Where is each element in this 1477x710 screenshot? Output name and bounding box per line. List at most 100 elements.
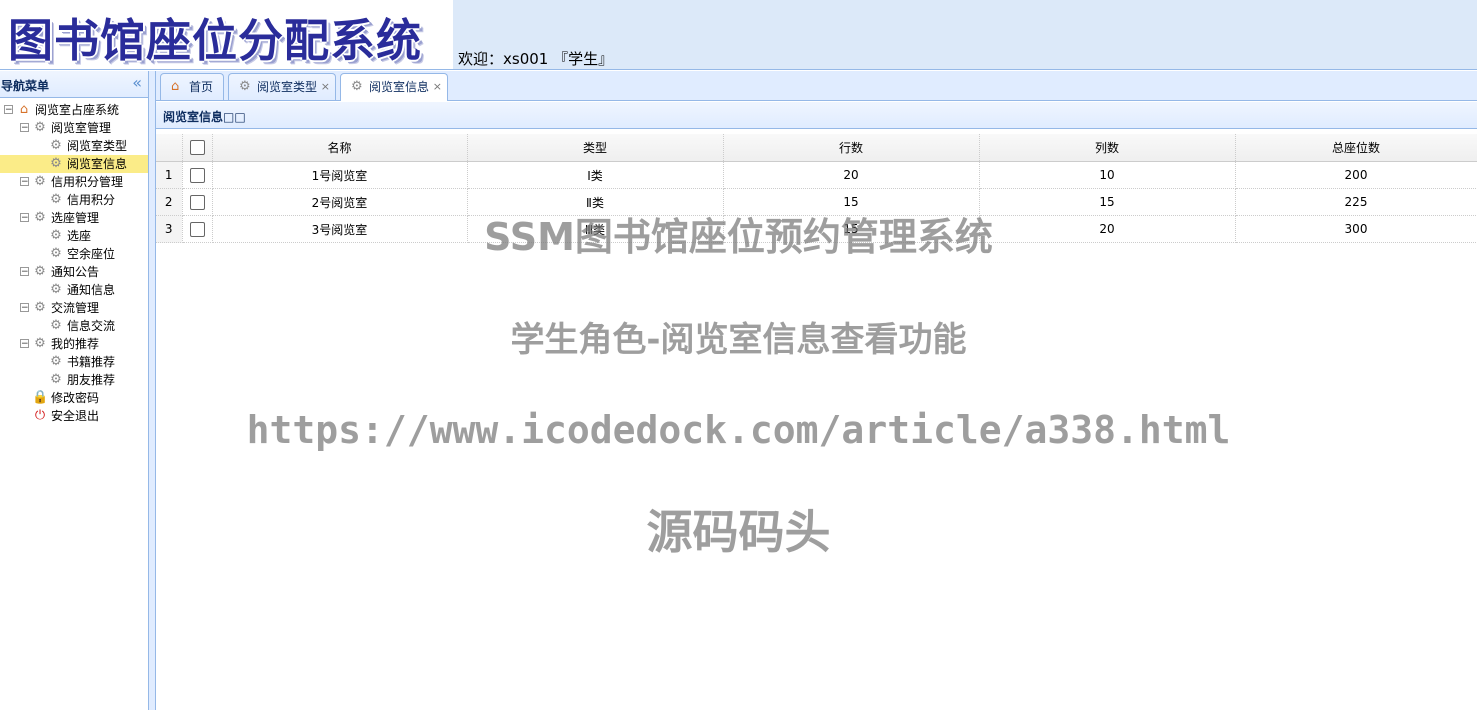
gear-icon: ⚙ [50,156,62,171]
panel-title: 阅览室信息□□ [163,110,246,124]
nav-item[interactable]: 🔒 修改密码 [0,389,148,407]
close-icon[interactable]: × [433,74,442,100]
gear-icon: ⚙ [34,174,46,189]
nav-item[interactable]: − ⌂ 阅览室占座系统 [0,101,148,119]
nav-tree: − ⌂ 阅览室占座系统 − ⚙ 阅览室管理 ⚙ 阅览室类型 ⚙ 阅览室信息 − ⚙ 信用积分管理 ⚙ 信用积… [0,101,148,425]
column-header-type[interactable]: 类型 [467,134,724,162]
nav-item[interactable]: ⚙ 阅览室信息 [0,155,148,173]
nav-item[interactable]: ⚙ 空余座位 [0,245,148,263]
nav-item[interactable]: ⚙ 通知信息 [0,281,148,299]
gear-icon: ⚙ [34,210,46,225]
nav-item[interactable]: − ⚙ 阅览室管理 [0,119,148,137]
nav-item-label: 我的推荐 [51,337,100,351]
nav-item[interactable]: ⚙ 信用积分 [0,191,148,209]
tab-0[interactable]: ⌂ 首页 [160,73,224,100]
cell-rows: 15 [723,215,980,243]
nav-item[interactable]: ⚙ 书籍推荐 [0,353,148,371]
gear-icon: ⚙ [50,318,62,333]
nav-item-label: 信用积分 [67,193,116,207]
lock-icon: 🔒 [32,390,49,405]
nav-panel-header: 导航菜单 « [0,71,148,98]
data-grid: 名称 类型 行数 列数 总座位数 1 1号阅览室 Ⅰ类 20 10 200 2 2号阅览室 Ⅱ类… [156,134,1477,243]
nav-item-label: 书籍推荐 [67,355,116,369]
gear-icon: ⚙ [50,372,62,387]
main-content: ⌂ 首页 ⚙ 阅览室类型 × ⚙ 阅览室信息 × 阅览室信息□□ 名称 类型 行数 列数 总座… [156,71,1477,710]
layout-splitter[interactable] [149,71,156,710]
column-header-total-seats[interactable]: 总座位数 [1235,134,1477,162]
nav-panel: 导航菜单 « − ⌂ 阅览室占座系统 − ⚙ 阅览室管理 ⚙ 阅览室类型 ⚙ 阅览室信息 − ⚙ 信用积… [0,71,149,710]
select-all-checkbox[interactable] [189,140,205,155]
cell-type: Ⅰ类 [467,161,724,189]
nav-item[interactable]: − ⚙ 交流管理 [0,299,148,317]
gear-icon: ⚙ [34,264,46,279]
cell-total-seats: 200 [1235,161,1477,189]
cell-rows: 20 [723,161,980,189]
cell-total-seats: 300 [1235,215,1477,243]
gear-icon: ⚙ [34,120,46,135]
cell-type: Ⅲ类 [467,215,724,243]
row-number: 3 [156,215,183,243]
tree-toggle-icon[interactable]: − [20,267,29,277]
home-icon: ⌂ [171,79,180,94]
cell-cols: 15 [979,188,1236,216]
nav-item-label: 选座管理 [51,211,100,225]
tab-label: 阅览室类型 [257,80,318,94]
exit-icon: ⏻ [34,408,46,423]
tree-toggle-icon[interactable]: − [20,339,29,349]
nav-item[interactable]: − ⚙ 我的推荐 [0,335,148,353]
nav-item[interactable]: − ⚙ 通知公告 [0,263,148,281]
tree-toggle-icon[interactable]: − [20,123,29,133]
cell-rows: 15 [723,188,980,216]
nav-item-label: 阅览室信息 [67,157,128,171]
double-chevron-left-icon[interactable]: « [132,73,142,92]
cell-type: Ⅱ类 [467,188,724,216]
nav-panel-title: 导航菜单 [1,79,50,93]
nav-item-label: 安全退出 [51,409,100,423]
nav-item-label: 信息交流 [67,319,116,333]
select-all-checkbox-cell [182,134,213,162]
row-checkbox-cell [182,161,213,189]
tree-toggle-icon[interactable]: − [20,213,29,223]
column-header-cols[interactable]: 列数 [979,134,1236,162]
nav-item-label: 通知信息 [67,283,116,297]
table-row[interactable]: 1 1号阅览室 Ⅰ类 20 10 200 [156,161,1477,189]
tree-toggle-icon[interactable]: − [4,105,13,115]
cell-name: 2号阅览室 [212,188,468,216]
nav-item[interactable]: ⚙ 朋友推荐 [0,371,148,389]
nav-item[interactable]: ⚙ 信息交流 [0,317,148,335]
row-checkbox-cell [182,188,213,216]
gear-icon: ⚙ [34,336,46,351]
gear-icon: ⚙ [50,192,62,207]
tab-2[interactable]: ⚙ 阅览室信息 × [340,73,448,101]
table-row[interactable]: 2 2号阅览室 Ⅱ类 15 15 225 [156,188,1477,216]
nav-item[interactable]: ⏻ 安全退出 [0,407,148,425]
column-header-name[interactable]: 名称 [212,134,468,162]
app-logo-text: 图书馆座位分配系统 [8,14,423,67]
nav-item-label: 交流管理 [51,301,100,315]
app-logo: 图书馆座位分配系统 [0,0,453,69]
close-icon[interactable]: × [321,74,330,100]
nav-item[interactable]: ⚙ 选座 [0,227,148,245]
gear-icon: ⚙ [34,300,46,315]
column-header-rows[interactable]: 行数 [723,134,980,162]
row-checkbox[interactable] [189,221,205,237]
nav-item[interactable]: ⚙ 阅览室类型 [0,137,148,155]
cell-total-seats: 225 [1235,188,1477,216]
tree-toggle-icon[interactable]: − [20,303,29,313]
tree-toggle-icon[interactable]: − [20,177,29,187]
gear-icon: ⚙ [239,79,251,94]
welcome-text: 欢迎：xs001 『学生』 [458,50,614,68]
gear-icon: ⚙ [50,246,62,261]
tab-label: 首页 [189,80,214,94]
nav-item-label: 阅览室占座系统 [35,103,120,117]
nav-item[interactable]: − ⚙ 选座管理 [0,209,148,227]
row-checkbox[interactable] [189,167,205,183]
tab-1[interactable]: ⚙ 阅览室类型 × [228,73,336,100]
home-icon: ⌂ [19,102,29,117]
nav-item[interactable]: − ⚙ 信用积分管理 [0,173,148,191]
table-row[interactable]: 3 3号阅览室 Ⅲ类 15 20 300 [156,215,1477,243]
gear-icon: ⚙ [50,138,62,153]
row-checkbox[interactable] [189,194,205,210]
cell-cols: 10 [979,161,1236,189]
gear-icon: ⚙ [351,79,363,94]
